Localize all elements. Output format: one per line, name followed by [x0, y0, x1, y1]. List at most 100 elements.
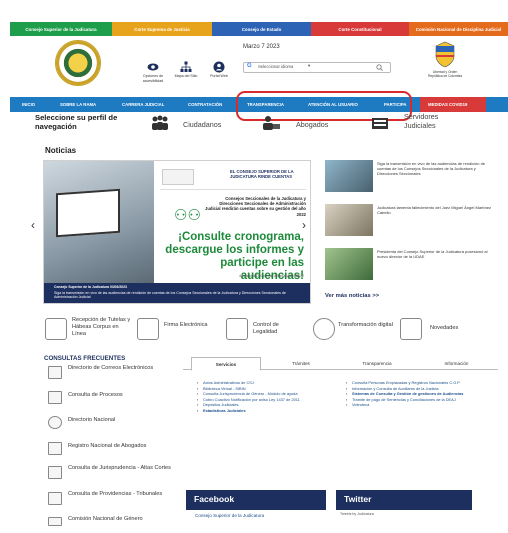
citizens-icon [152, 115, 168, 130]
faq-item-label: Comisión Nacional de Género [68, 516, 143, 522]
sitemap-label: Mapa del Sitio [174, 74, 198, 78]
top-link-csj[interactable]: Consejo Superior de la Judicatura [10, 22, 112, 36]
eye-icon[interactable] [147, 61, 159, 73]
registry-icon [48, 442, 62, 455]
slider-next-icon[interactable]: › [302, 218, 306, 232]
profile-servidores[interactable]: Servidores Judiciales [404, 112, 464, 130]
news-item[interactable]: Siga la transmisión en vivo de las audie… [325, 160, 497, 194]
services-tabs: Servicios Trámites Transparencia Informa… [183, 357, 498, 371]
sitemap-icon[interactable] [180, 61, 192, 73]
translate-select[interactable]: Seleccionar idioma [258, 64, 293, 69]
slide-hashtag: #RendiciónDeCuentas #RamaJudicial2022 [239, 274, 304, 278]
legality-icon[interactable] [226, 318, 248, 340]
servants-icon [372, 118, 388, 129]
news-item-text: Siga la transmisión en vivo de las audie… [377, 161, 486, 176]
tab-informacion[interactable]: Información [419, 357, 494, 369]
slide-caption: Consejo Superior de la Judicatura 03/03/… [44, 283, 310, 303]
twitter-feed-link[interactable]: Tweets by Judicatura [340, 512, 374, 516]
translate-bar[interactable]: G Seleccionar idioma ▾ [243, 62, 391, 73]
slide-image [44, 161, 154, 283]
slide-subtitle: Consejos Seccionales de la Judicatura y … [205, 196, 306, 217]
signature-icon[interactable] [137, 318, 159, 340]
facebook-header: Facebook [186, 490, 326, 510]
news-thumb [325, 204, 373, 236]
nav-sobre-la-rama[interactable]: SOBRE LA RAMA [60, 102, 96, 107]
jurisprudence-icon [48, 466, 62, 479]
user-icon[interactable] [213, 61, 225, 73]
top-link-consejo-estado[interactable]: Consejo de Estado [212, 22, 311, 36]
faq-item-label: Directorio de Correos Electrónicos [68, 365, 154, 371]
portal-label: Portal Web [210, 74, 228, 78]
faq-item[interactable]: Directorio Nacional [44, 414, 174, 432]
news-slider[interactable]: EL CONSEJO SUPERIOR DE LA JUDICATURA RIN… [43, 160, 311, 304]
quick-link-firma[interactable]: Firma Electrónica [164, 322, 214, 329]
services-list-right: Consulta Personas Emplazadas y Registros… [345, 380, 497, 408]
csj-logo [162, 169, 194, 185]
top-link-disciplina[interactable]: Comisión Nacional de Disciplina Judicial [409, 22, 508, 36]
colombia-shield-icon [435, 41, 455, 68]
profile-abogados[interactable]: Abogados [296, 120, 328, 129]
rama-judicial-logo[interactable] [55, 40, 101, 86]
top-link-corte-suprema[interactable]: Corte Suprema de Justicia [112, 22, 212, 36]
nav-medidas-covid[interactable]: MEDIDAS COVID19 [428, 102, 467, 107]
tab-transparencia[interactable]: Transparencia [343, 357, 411, 369]
top-link-corte-constitucional[interactable]: Corte Constitucional [311, 22, 409, 36]
faq-item[interactable]: Comisión Nacional de Género [44, 515, 174, 533]
quick-link-novedades[interactable]: Novedades [430, 325, 480, 332]
faq-item[interactable]: Consulta de Jurisprudencia - Altas Corte… [44, 464, 174, 482]
facebook-page-link[interactable]: Consejo Superior de la Judicatura [195, 513, 264, 518]
news-item-text: Presidenta del Consejo Superior de la Ju… [377, 249, 488, 259]
shield-caption: Libertad y Orden República de Colombia [427, 70, 463, 78]
nav-carrera-judicial[interactable]: CARRERA JUDICIAL [122, 102, 164, 107]
faq-item[interactable]: Consulta de Providencias - Tribunales [44, 490, 174, 508]
quick-link-control[interactable]: Control de Legalidad [253, 322, 303, 336]
profile-ciudadanos[interactable]: Ciudadanos [183, 120, 221, 129]
news-item[interactable]: Judicatura lamenta fallecimiento del Jue… [325, 204, 497, 238]
folder-icon [48, 391, 62, 404]
faq-item-label: Consulta de Procesos [68, 392, 123, 398]
more-news-link[interactable]: Ver más noticias >> [325, 293, 379, 299]
current-date: Marzo 7 2023 [243, 44, 280, 50]
tutela-icon[interactable] [45, 318, 67, 340]
faq-item-label: Registro Nacional de Abogados [68, 443, 147, 449]
service-link[interactable]: Videoteca [346, 402, 497, 408]
news-thumb [325, 248, 373, 280]
profile-title: Seleccione su perfil de navegación [35, 113, 118, 131]
news-item[interactable]: Presidenta del Consejo Superior de la Ju… [325, 248, 497, 282]
tab-servicios[interactable]: Servicios [191, 357, 261, 371]
mail-icon [48, 366, 62, 379]
faq-item[interactable]: Registro Nacional de Abogados [44, 440, 174, 458]
quick-link-transformacion[interactable]: Transformación digital [338, 322, 398, 329]
google-g-icon: G [247, 63, 252, 69]
slider-prev-icon[interactable]: ‹ [31, 218, 35, 232]
faq-title: CONSULTAS FRECUENTES [44, 355, 126, 362]
faq-item[interactable]: Directorio de Correos Electrónicos [44, 364, 174, 382]
people-icon: ⚇⚇ [174, 207, 201, 224]
accessibility-label: Opciones de accesibilidad [142, 74, 164, 83]
faq-item-label: Directorio Nacional [68, 417, 116, 423]
digital-icon[interactable] [313, 318, 335, 340]
nav-inicio[interactable]: INICIO [22, 102, 35, 107]
slide-banner-title: EL CONSEJO SUPERIOR DE LA JUDICATURA RIN… [230, 169, 294, 179]
news-item-text: Judicatura lamenta fallecimiento del Jue… [377, 205, 492, 215]
service-link[interactable]: Estadísticas Judiciales [197, 408, 333, 414]
twitter-header: Twitter [336, 490, 472, 510]
top-links-bar: Consejo Superior de la Judicatura Corte … [10, 22, 508, 36]
tab-tramites[interactable]: Trámites [267, 357, 335, 369]
providencias-icon [48, 492, 62, 505]
faq-item[interactable]: Consulta de Procesos [44, 389, 174, 407]
twitter-title: Twitter [344, 494, 372, 504]
news-doc-icon[interactable] [400, 318, 422, 340]
search-icon [48, 416, 62, 429]
services-list-left: Actos Administrativos de CSJ Biblioteca … [196, 380, 333, 414]
slide-caption-text: Siga la transmisión en vivo de las audie… [54, 291, 286, 300]
lawyers-icon [263, 116, 280, 130]
gender-icon [48, 517, 62, 526]
nav-contratacion[interactable]: CONTRATACIÓN [188, 102, 222, 107]
search-icon[interactable] [376, 64, 383, 71]
slide-caption-meta: Consejo Superior de la Judicatura 03/03/… [54, 285, 127, 289]
quick-link-tutelas[interactable]: Recepción de Tutelas y Hábeas Corpus en … [72, 317, 132, 337]
facebook-title: Facebook [194, 494, 235, 504]
slide-banner: EL CONSEJO SUPERIOR DE LA JUDICATURA RIN… [160, 165, 306, 190]
news-thumb [325, 160, 373, 192]
